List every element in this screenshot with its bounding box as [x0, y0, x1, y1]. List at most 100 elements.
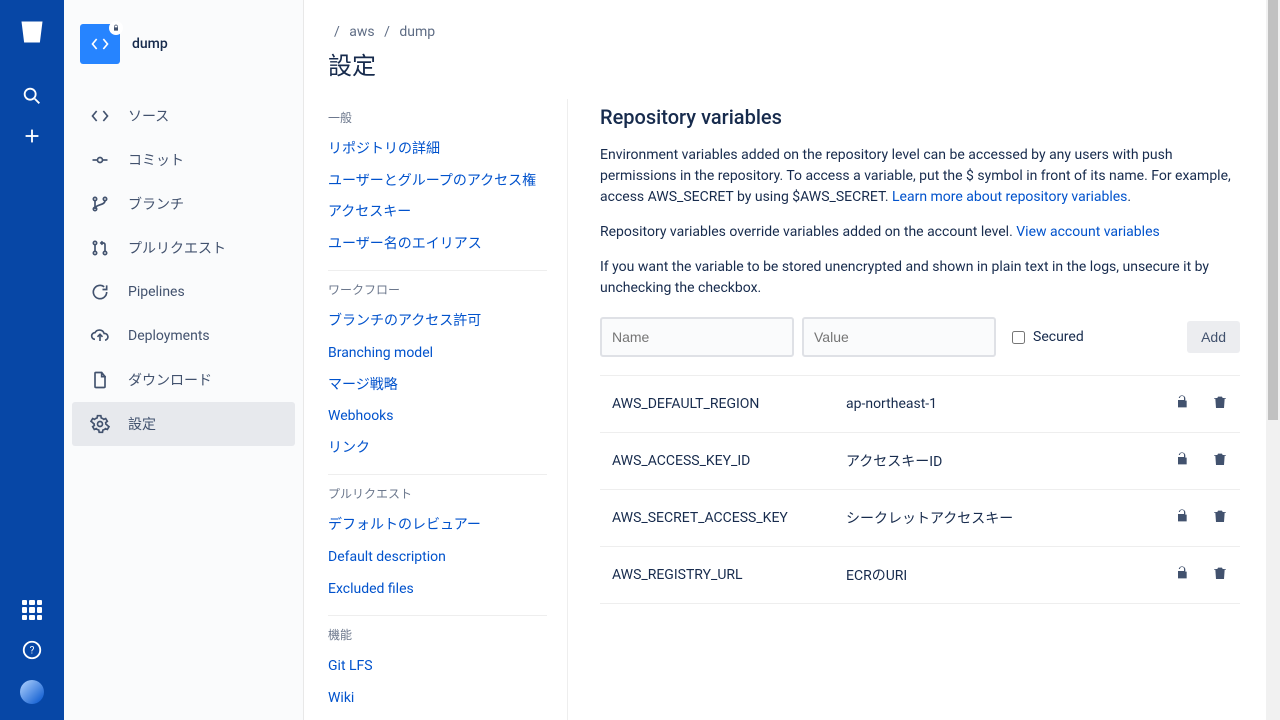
variable-value-input[interactable] — [802, 317, 996, 357]
sidebar-item-label: ダウンロード — [128, 370, 212, 390]
pipelines-icon — [88, 280, 112, 304]
delete-icon[interactable] — [1212, 508, 1228, 528]
section-heading: Repository variables — [600, 105, 1240, 129]
file-icon — [88, 368, 112, 392]
sidebar-item-pipelines[interactable]: Pipelines — [64, 270, 303, 314]
description-1: Environment variables added on the repos… — [600, 145, 1240, 208]
settings-link-merge-strategies[interactable]: マージ戦略 — [328, 370, 547, 402]
sidebar-item-source[interactable]: ソース — [64, 94, 303, 138]
settings-link-default-reviewers[interactable]: デフォルトのレビュアー — [328, 510, 547, 542]
variable-row: AWS_DEFAULT_REGION ap-northeast-1 — [600, 375, 1240, 433]
sidebar-item-label: ブランチ — [128, 194, 184, 214]
sidebar-item-pullrequests[interactable]: プルリクエスト — [64, 226, 303, 270]
unlock-icon[interactable] — [1174, 508, 1190, 528]
variable-row: AWS_ACCESS_KEY_ID アクセスキーID — [600, 433, 1240, 490]
sidebar-item-downloads[interactable]: ダウンロード — [64, 358, 303, 402]
breadcrumb: / aws / dump — [328, 24, 1240, 40]
sidebar-item-label: コミット — [128, 150, 184, 170]
plus-icon[interactable] — [20, 124, 44, 148]
unlock-icon[interactable] — [1174, 451, 1190, 471]
settings-link-default-description[interactable]: Default description — [328, 542, 547, 574]
variable-name: AWS_SECRET_ACCESS_KEY — [612, 510, 846, 526]
gear-icon — [88, 412, 112, 436]
search-icon[interactable] — [20, 84, 44, 108]
repo-header[interactable]: dump — [64, 24, 303, 84]
variable-value: シークレットアクセスキー — [846, 508, 1174, 528]
description-3: If you want the variable to be stored un… — [600, 257, 1240, 299]
variable-name: AWS_ACCESS_KEY_ID — [612, 453, 846, 469]
variables-list: AWS_DEFAULT_REGION ap-northeast-1 AWS_AC… — [600, 375, 1240, 604]
settings-link-username-aliases[interactable]: ユーザー名のエイリアス — [328, 229, 547, 261]
add-button[interactable]: Add — [1187, 321, 1240, 353]
sidebar-item-settings[interactable]: 設定 — [72, 402, 295, 446]
settings-link-repo-details[interactable]: リポジトリの詳細 — [328, 134, 547, 166]
scrollbar-thumb[interactable] — [1268, 0, 1278, 420]
settings-link-access-keys[interactable]: アクセスキー — [328, 197, 547, 229]
unlock-icon[interactable] — [1174, 394, 1190, 414]
global-nav-rail: ? — [0, 0, 64, 720]
settings-link-user-group-access[interactable]: ユーザーとグループのアクセス権 — [328, 166, 547, 198]
variable-value: ap-northeast-1 — [846, 396, 1174, 412]
bitbucket-logo-icon[interactable] — [18, 18, 46, 46]
code-icon — [88, 104, 112, 128]
apps-switcher-icon[interactable] — [22, 600, 42, 620]
secured-checkbox[interactable] — [1012, 331, 1025, 344]
delete-icon[interactable] — [1212, 394, 1228, 414]
user-avatar[interactable] — [20, 680, 44, 704]
cloud-upload-icon — [88, 324, 112, 348]
add-variable-form: Secured Add — [600, 317, 1240, 357]
settings-link-wiki[interactable]: Wiki — [328, 683, 547, 715]
variable-row: AWS_REGISTRY_URL ECRのURI — [600, 547, 1240, 604]
breadcrumb-project[interactable]: aws — [349, 24, 374, 40]
sidebar-item-label: Pipelines — [128, 284, 185, 300]
settings-group-head: ワークフロー — [328, 281, 547, 298]
variable-name: AWS_REGISTRY_URL — [612, 567, 846, 583]
secured-label: Secured — [1033, 329, 1084, 345]
description-2: Repository variables override variables … — [600, 222, 1240, 243]
variable-name: AWS_DEFAULT_REGION — [612, 396, 846, 412]
breadcrumb-repo[interactable]: dump — [399, 24, 435, 40]
delete-icon[interactable] — [1212, 451, 1228, 471]
settings-link-issue-tracker[interactable]: 課題管理 — [328, 714, 547, 720]
settings-nav: 一般 リポジトリの詳細 ユーザーとグループのアクセス権 アクセスキー ユーザー名… — [328, 99, 568, 720]
settings-link-branch-permissions[interactable]: ブランチのアクセス許可 — [328, 306, 547, 338]
sidebar-item-deployments[interactable]: Deployments — [64, 314, 303, 358]
settings-link-git-lfs[interactable]: Git LFS — [328, 651, 547, 683]
branch-icon — [88, 192, 112, 216]
variable-name-input[interactable] — [600, 317, 794, 357]
settings-main: Repository variables Environment variabl… — [568, 99, 1240, 720]
app-root: ? dump ソース コミット ブランチ プルリクエスト Pipelines D… — [0, 0, 1280, 720]
page-title: 設定 — [328, 46, 1240, 81]
variable-value: ECRのURI — [846, 565, 1174, 585]
secured-checkbox-wrap[interactable]: Secured — [1012, 329, 1084, 345]
content-area: / aws / dump 設定 一般 リポジトリの詳細 ユーザーとグループのアク… — [304, 0, 1280, 720]
settings-link-branching-model[interactable]: Branching model — [328, 338, 547, 370]
learn-more-link[interactable]: Learn more about repository variables — [892, 189, 1127, 205]
settings-group-head: 機能 — [328, 626, 547, 643]
repo-name: dump — [132, 36, 168, 52]
commit-icon — [88, 148, 112, 172]
sidebar-item-commits[interactable]: コミット — [64, 138, 303, 182]
settings-link-webhooks[interactable]: Webhooks — [328, 401, 547, 433]
settings-group-head: プルリクエスト — [328, 485, 547, 502]
settings-group-head: 一般 — [328, 109, 547, 126]
scrollbar-track[interactable] — [1266, 0, 1280, 720]
settings-link-excluded-files[interactable]: Excluded files — [328, 574, 547, 606]
sidebar-item-label: ソース — [128, 106, 169, 126]
lock-icon — [109, 21, 123, 35]
delete-icon[interactable] — [1212, 565, 1228, 585]
variable-row: AWS_SECRET_ACCESS_KEY シークレットアクセスキー — [600, 490, 1240, 547]
settings-link-links[interactable]: リンク — [328, 433, 547, 465]
pull-request-icon — [88, 236, 112, 260]
variable-value: アクセスキーID — [846, 451, 1174, 471]
help-icon[interactable]: ? — [20, 638, 44, 662]
repo-side-nav: ソース コミット ブランチ プルリクエスト Pipelines Deployme… — [64, 94, 303, 446]
repo-sidebar: dump ソース コミット ブランチ プルリクエスト Pipelines Dep… — [64, 0, 304, 720]
sidebar-item-label: Deployments — [128, 328, 210, 344]
sidebar-item-label: プルリクエスト — [128, 238, 226, 258]
view-account-variables-link[interactable]: View account variables — [1016, 224, 1159, 240]
unlock-icon[interactable] — [1174, 565, 1190, 585]
sidebar-item-label: 設定 — [128, 414, 156, 434]
sidebar-item-branches[interactable]: ブランチ — [64, 182, 303, 226]
svg-text:?: ? — [30, 646, 35, 657]
